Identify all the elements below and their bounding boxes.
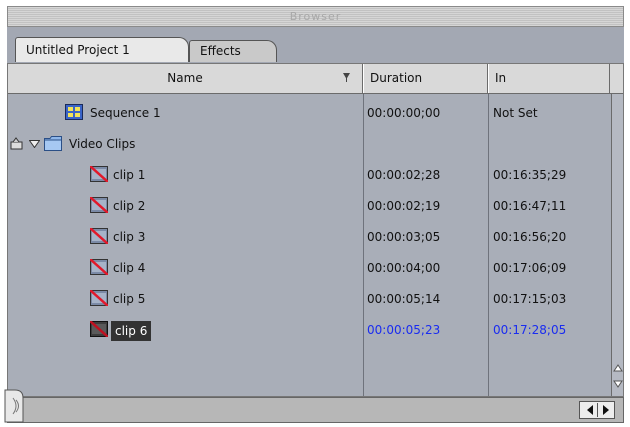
offline-clip-icon: [90, 166, 108, 182]
item-in: 00:16:47;11: [493, 199, 567, 213]
list-item-sequence-1[interactable]: Sequence 1 00:00:00;00 Not Set: [8, 98, 611, 129]
offline-clip-icon: [90, 197, 108, 213]
disclosure-triangle-icon[interactable]: [29, 140, 40, 148]
scroll-right-arrow-icon[interactable]: [603, 405, 609, 415]
browser-list: Name Duration In Sequence 1 00:00:00;00 …: [7, 63, 624, 397]
offline-clip-icon: [90, 321, 108, 337]
item-in: 00:16:56;20: [493, 230, 567, 244]
window-title: Browser: [289, 10, 342, 23]
list-item-clip-4[interactable]: clip 4 00:00:04;00 00:17:06;09: [8, 253, 611, 284]
offline-clip-icon: [90, 290, 108, 306]
item-name: clip 4: [113, 261, 146, 275]
item-duration: 00:00:03;05: [367, 230, 441, 244]
list-item-clip-3[interactable]: clip 3 00:00:03;05 00:16:56;20: [8, 222, 611, 253]
item-name: clip 6: [111, 321, 152, 341]
item-name: clip 2: [113, 199, 146, 213]
list-item-clip-2[interactable]: clip 2 00:00:02;19 00:16:47;11: [8, 191, 611, 222]
item-in: 00:17:28;05: [493, 323, 567, 337]
item-name: Sequence 1: [90, 106, 161, 120]
item-name: Video Clips: [69, 137, 136, 151]
column-header-duration[interactable]: Duration: [363, 64, 488, 93]
list-item-clip-6[interactable]: clip 6 00:00:05;23 00:17:28;05: [8, 315, 611, 346]
item-in: 00:16:35;29: [493, 168, 567, 182]
column-header-in[interactable]: In: [488, 64, 610, 93]
item-duration: 00:00:02;28: [367, 168, 441, 182]
item-duration: 00:00:04;00: [367, 261, 441, 275]
item-name: clip 1: [113, 168, 146, 182]
folder-icon: [44, 136, 62, 151]
item-duration: 00:00:02;19: [367, 199, 441, 213]
scroll-left-arrow-icon[interactable]: [587, 405, 593, 415]
tab-effects[interactable]: Effects: [189, 40, 277, 62]
bin-disclosure-icon: [10, 137, 23, 150]
arrow-divider: [597, 403, 598, 417]
scroll-down-arrow-icon[interactable]: [613, 378, 623, 390]
browser-window: Browser Effects Untitled Project 1 Name …: [0, 0, 630, 427]
list-item-clip-5[interactable]: clip 5 00:00:05;14 00:17:15;03: [8, 284, 611, 315]
item-duration: 00:00:05;14: [367, 292, 441, 306]
item-duration: 00:00:05;23: [367, 323, 441, 337]
item-in: 00:17:06;09: [493, 261, 567, 275]
vertical-scrollbar[interactable]: [611, 94, 623, 396]
column-header-name[interactable]: Name: [8, 64, 363, 93]
drawer-tab-icon[interactable]: [3, 388, 25, 424]
offline-clip-icon: [90, 259, 108, 275]
column-header-row: Name Duration In: [8, 64, 623, 94]
item-in: 00:17:15;03: [493, 292, 567, 306]
horizontal-scroll-arrows[interactable]: [579, 401, 615, 419]
sequence-icon: [65, 104, 83, 120]
horizontal-scrollbar[interactable]: [7, 397, 624, 423]
tab-bar: Effects Untitled Project 1: [7, 27, 624, 63]
list-item-clip-1[interactable]: clip 1 00:00:02;28 00:16:35;29: [8, 160, 611, 191]
item-in: Not Set: [493, 106, 538, 120]
sort-indicator-icon[interactable]: [343, 73, 350, 82]
item-name: clip 3: [113, 230, 146, 244]
item-name: clip 5: [113, 292, 146, 306]
scroll-up-arrow-icon[interactable]: [613, 362, 623, 374]
item-duration: 00:00:00;00: [367, 106, 441, 120]
title-bar[interactable]: Browser: [7, 6, 624, 27]
list-item-video-clips[interactable]: Video Clips: [8, 129, 611, 160]
offline-clip-icon: [90, 228, 108, 244]
tab-untitled-project[interactable]: Untitled Project 1: [15, 37, 189, 62]
